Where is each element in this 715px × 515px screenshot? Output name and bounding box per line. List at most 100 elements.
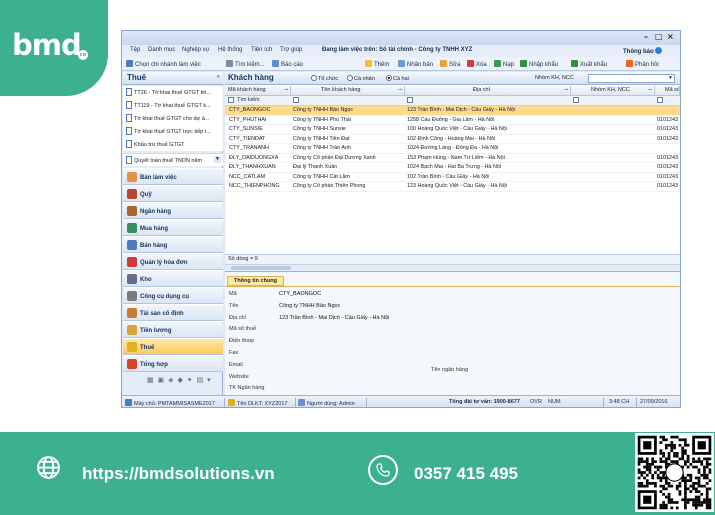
cell-name: Công ty TNHH Phú Thái [293,116,351,123]
module-sales[interactable]: Bán hàng [123,236,223,253]
module-fixed-assets[interactable]: Tài sản cố định [123,304,223,321]
menu-catalog[interactable]: Danh mục [148,47,175,53]
title-bar: – □ × [122,31,680,45]
table-row[interactable]: CTY_PHUTHAI Công ty TNHH Phú Thái 1258 Cầu… [225,116,680,125]
export-button[interactable]: Xuất khẩu [571,60,607,68]
filter-toggle-icon[interactable] [228,97,234,103]
module-tools[interactable]: Công cụ dụng cụ [123,287,223,304]
horizontal-scrollbar[interactable] [225,264,680,271]
menu-system[interactable]: Hệ thống [218,47,242,53]
qr-module [703,484,706,488]
col-header-group[interactable]: Nhóm KH, NCC ⊸ [571,86,655,96]
close-button[interactable]: × [667,32,674,41]
refresh-icon [494,60,501,67]
cell-name: Công ty TNHH Trần Anh [293,145,352,151]
radio-individual[interactable]: Cá nhân [347,75,375,82]
delete-label: Xóa [476,62,487,68]
import-button[interactable]: Nhập khẩu [520,60,558,68]
qr-module [659,503,663,507]
feedback-button[interactable]: Phản hồi [626,60,659,68]
tree-item-direct-vat[interactable]: Tờ khai thuế GTGT trực tiếp t... [123,125,223,138]
tree-item-label: Tờ khai thuế GTGT cho dự á... [134,116,210,122]
table-row[interactable]: CTY_BAONGOC Công ty TNHH Bảo Ngọc 123 Trần… [225,106,680,116]
maximize-button[interactable]: □ [655,32,663,41]
qr-module [678,484,682,488]
table-row[interactable]: CTY_SUNSIE Công ty TNHH Sunsie 100 Hoàng Q… [225,125,680,135]
qr-module [684,498,687,502]
filter-taxcode-icon[interactable] [657,97,663,103]
website-link[interactable]: https://bmdsolutions.vn [82,464,275,484]
collapse-sidebar-button[interactable]: « [217,74,220,80]
table-row[interactable]: NCC_CATLAM Công ty TNHH Cát Lâm 102 Trần B… [225,173,680,182]
module-general[interactable]: Tổng hợp [123,355,223,372]
tree-item-tt119[interactable]: TT119 - Tờ khai thuế GTGT k... [123,99,223,112]
qr-module [637,462,641,466]
module-desktop[interactable]: Bàn làm việc [123,168,223,185]
table-row[interactable]: ĐLY_THANHXUAN Đại lý Thanh Xuân 1024 Bạch … [225,163,680,173]
qr-module [648,465,652,469]
menu-utilities[interactable]: Tiện ích [251,47,272,53]
search-button[interactable]: Tìm kiếm... [226,60,265,68]
module-bank[interactable]: Ngân hàng [123,202,223,219]
qr-module [705,476,709,480]
filter-name-icon[interactable] [293,97,299,103]
minimize-button[interactable]: – [644,32,648,41]
qr-module [640,484,644,488]
qr-module [697,468,701,472]
cell-taxcode: 0101243 [657,116,678,123]
tree-scroll-down-icon[interactable]: ▼ [214,156,221,163]
module-purchase[interactable]: Mua hàng [123,219,223,236]
qr-module [645,484,649,488]
cell-code: CTY_TIENDAT [229,135,266,142]
module-tax[interactable]: Thuế [123,338,223,355]
col-header-taxcode[interactable]: Mã số [655,86,680,96]
qr-module [656,468,660,472]
table-row[interactable]: CTY_TRANANH Công ty TNHH Trần Anh 1024 Đườ… [225,144,680,154]
radio-organization[interactable]: Tổ chức [311,75,338,82]
load-label: Nạp [503,62,515,68]
menu-help[interactable]: Trợ giúp [280,47,302,53]
copy-button[interactable]: Nhân bản [398,60,433,68]
edit-button[interactable]: Sửa [440,60,460,68]
menu-file[interactable]: Tệp [130,47,140,53]
field-label: Địa chỉ [229,314,246,321]
module-invoices[interactable]: Quản lý hóa đơn [123,253,223,270]
module-overflow-icons[interactable]: ▦ ▣ ◈ ◆ ✦ ▤ ▾ [147,376,219,386]
group-filter-select[interactable]: ▼ [588,74,675,83]
radio-both[interactable]: Cả hai [386,75,409,82]
table-row[interactable]: ĐLY_DAIDUONGXA Công ty Cổ phần Đại Dương … [225,154,680,163]
module-payroll[interactable]: Tiền lương [123,321,223,338]
qr-code[interactable] [635,433,714,512]
table-row[interactable]: NCC_THIENPHONG Công ty Cổ phần Thiên Phon… [225,182,680,192]
col-header-address[interactable]: Địa chỉ ⊸ [405,86,571,96]
branch-select-button[interactable]: Chọn chi nhánh làm việc [126,60,201,68]
filter-address-icon[interactable] [407,97,413,103]
menu-operations[interactable]: Nghiệp vụ [182,47,209,53]
load-button[interactable]: Nạp [494,60,514,68]
report-button[interactable]: Báo cáo [272,60,303,68]
delete-button[interactable]: Xóa [467,60,487,68]
tree-item-tt26[interactable]: TT26 - Tờ khai thuế GTGT kh... [123,86,223,99]
tree-item-project-vat[interactable]: Tờ khai thuế GTGT cho dự á... [123,112,223,125]
qr-module [708,468,712,472]
scrollbar-thumb[interactable] [231,266,291,270]
qr-module [645,482,649,485]
cell-address: 153 Phạm Hùng - Nam Từ Liêm - Hà Nội [407,154,505,161]
col-header-name[interactable]: Tên khách hàng ⊸ [291,86,405,96]
tab-general-info[interactable]: Thông tin chung [227,276,284,286]
col-header-code[interactable]: Mã khách hàng ⊸ [225,86,291,96]
qr-module [673,452,676,455]
module-warehouse[interactable]: Kho [123,270,223,287]
module-cash[interactable]: Quỹ [123,185,223,202]
qr-module [670,446,674,450]
cell-name: Công ty Cổ phần Thiên Phong [293,183,366,189]
add-button[interactable]: Thêm [365,60,389,68]
filter-group-icon[interactable] [573,97,579,103]
qr-module [637,471,641,474]
qr-module [673,501,676,504]
tree-item-cit-settlement[interactable]: Quyết toán thuế TNDN năm ▼ [123,153,223,166]
tree-item-vat-deduction[interactable]: Khấu trừ thuế GTGT [123,138,223,151]
notify-link[interactable]: Thông báo [623,47,664,55]
table-row[interactable]: CTY_TIENDAT Công ty TNHH Tiến Đạt 102 Định… [225,135,680,144]
phone-number[interactable]: 0357 415 495 [414,464,518,484]
